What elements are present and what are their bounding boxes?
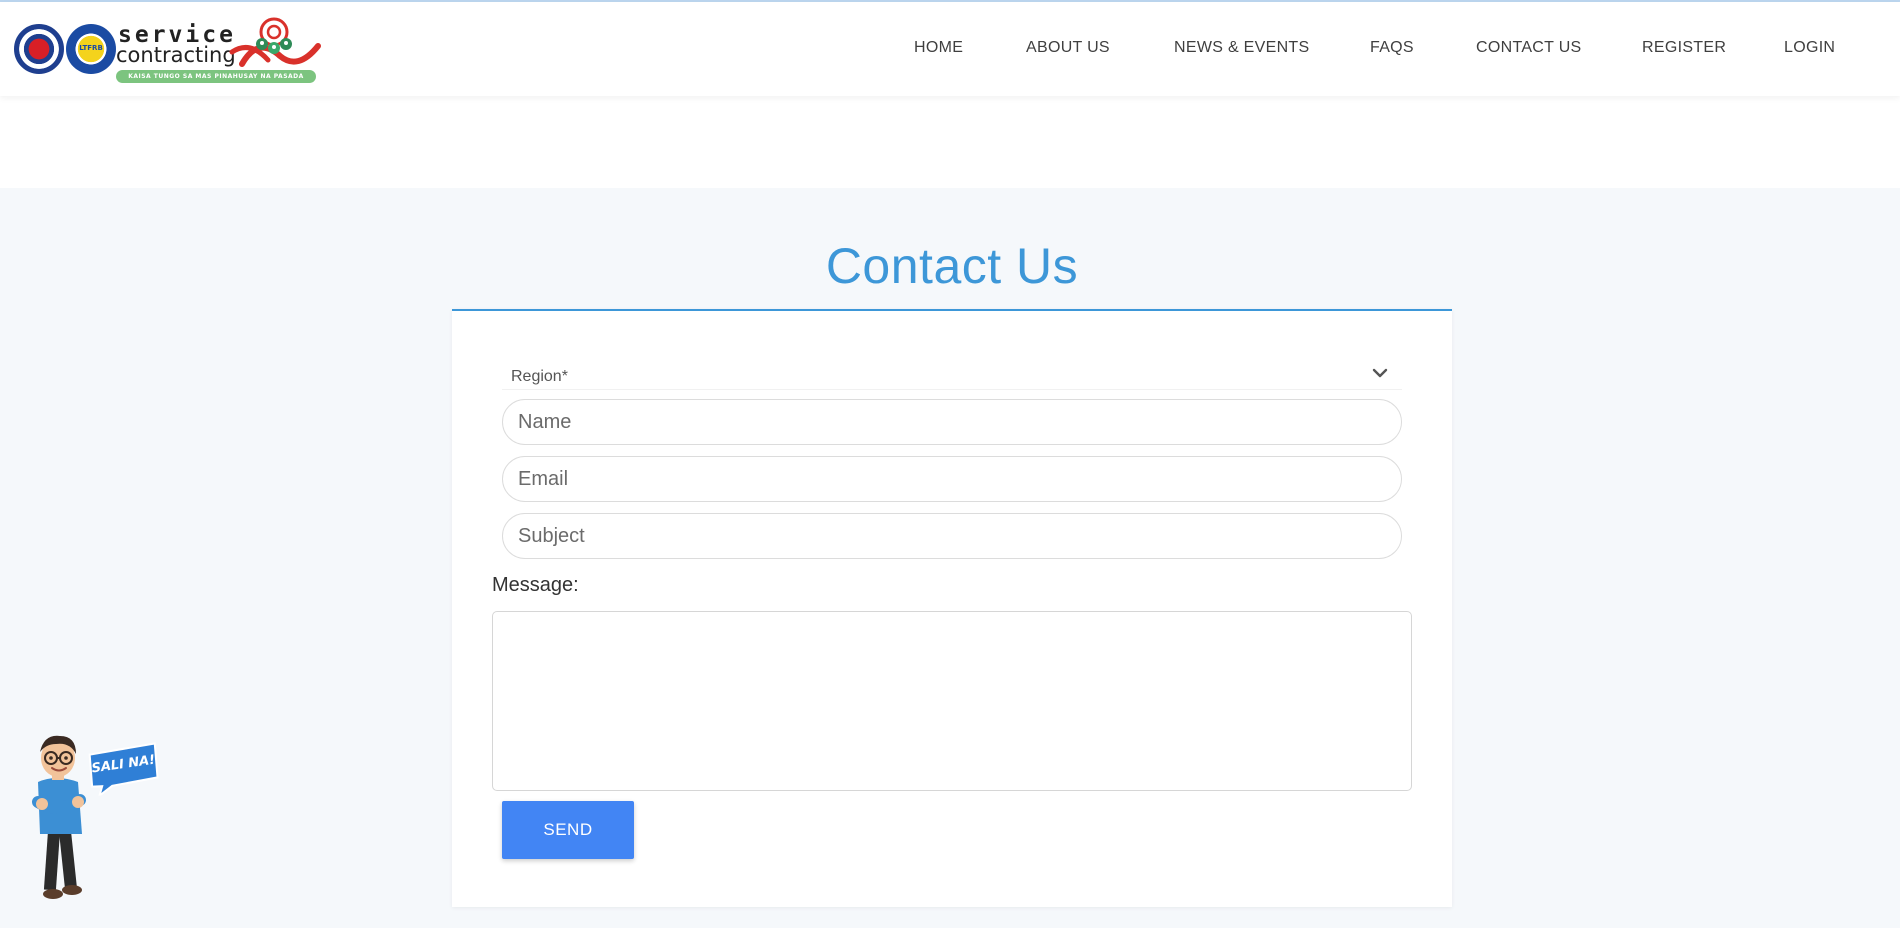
email-input[interactable] [502,456,1402,502]
nav-about-us[interactable]: ABOUT US [1026,39,1110,57]
message-label: Message: [492,574,579,596]
site-header: LTFRB service contracting KAISA TUNGO SA… [0,2,1900,96]
region-select-label: Region* [511,368,568,385]
contact-form-card: Region* Message: SEND [452,309,1452,907]
header-spacer [0,96,1900,188]
chevron-down-icon[interactable] [1370,363,1390,383]
nav-faqs[interactable]: FAQS [1370,39,1414,57]
name-input[interactable] [502,399,1402,445]
main-nav: HOME ABOUT US NEWS & EVENTS FAQS CONTACT… [0,2,1900,96]
subject-input[interactable] [502,513,1402,559]
send-button[interactable]: SEND [502,801,634,859]
nav-register[interactable]: REGISTER [1642,39,1726,57]
page-title: Contact Us [825,238,1079,294]
nav-contact-us[interactable]: CONTACT US [1476,39,1582,57]
message-textarea[interactable] [492,611,1412,791]
nav-home[interactable]: HOME [914,39,963,57]
region-select-underline [502,389,1402,390]
nav-login[interactable]: LOGIN [1784,39,1835,57]
nav-news-events[interactable]: NEWS & EVENTS [1174,39,1309,57]
